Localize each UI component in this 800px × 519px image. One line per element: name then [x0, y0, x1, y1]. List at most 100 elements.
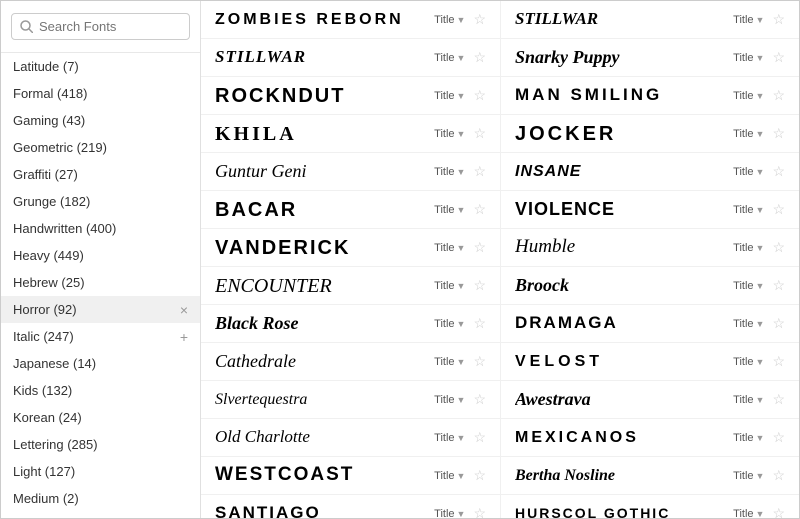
sidebar-item-label: Hebrew (25) [13, 275, 85, 290]
sidebar-item-6[interactable]: Handwritten (400) [1, 215, 200, 242]
font-row-left-11: Old CharlotteTitle▼☆ [201, 419, 500, 457]
tag-label: Title [434, 318, 454, 330]
tag-label: Title [733, 394, 753, 406]
favorite-star-icon[interactable]: ☆ [772, 49, 785, 66]
favorite-star-icon[interactable]: ☆ [772, 429, 785, 446]
sidebar-item-4[interactable]: Graffiti (27) [1, 161, 200, 188]
favorite-star-icon[interactable]: ☆ [473, 429, 486, 446]
chevron-down-icon: ▼ [756, 319, 765, 329]
favorite-star-icon[interactable]: ☆ [473, 315, 486, 332]
favorite-star-icon[interactable]: ☆ [473, 239, 486, 256]
favorite-star-icon[interactable]: ☆ [473, 49, 486, 66]
sidebar-item-1[interactable]: Formal (418) [1, 80, 200, 107]
favorite-star-icon[interactable]: ☆ [473, 391, 486, 408]
remove-icon[interactable]: × [180, 303, 188, 317]
font-tag[interactable]: Title▼ [434, 432, 465, 444]
favorite-star-icon[interactable]: ☆ [772, 277, 785, 294]
favorite-star-icon[interactable]: ☆ [473, 87, 486, 104]
font-row-right-10: AwestravaTitle▼☆ [500, 381, 799, 419]
sidebar-item-2[interactable]: Gaming (43) [1, 107, 200, 134]
sidebar-item-11[interactable]: Japanese (14) [1, 350, 200, 377]
font-tag[interactable]: Title▼ [733, 166, 764, 178]
font-tag[interactable]: Title▼ [434, 394, 465, 406]
chevron-down-icon: ▼ [756, 357, 765, 367]
sidebar-item-8[interactable]: Hebrew (25) [1, 269, 200, 296]
favorite-star-icon[interactable]: ☆ [772, 315, 785, 332]
favorite-star-icon[interactable]: ☆ [772, 201, 785, 218]
font-tag[interactable]: Title▼ [434, 204, 465, 216]
favorite-star-icon[interactable]: ☆ [473, 467, 486, 484]
font-tag[interactable]: Title▼ [733, 128, 764, 140]
sidebar-item-12[interactable]: Kids (132) [1, 377, 200, 404]
favorite-star-icon[interactable]: ☆ [473, 163, 486, 180]
font-tag[interactable]: Title▼ [434, 356, 465, 368]
font-tag[interactable]: Title▼ [434, 242, 465, 254]
font-tag[interactable]: Title▼ [733, 14, 764, 26]
search-input[interactable] [39, 19, 181, 34]
font-tag[interactable]: Title▼ [434, 14, 465, 26]
font-name: HURSCOL GOTHIC [515, 505, 725, 518]
font-tag[interactable]: Title▼ [733, 318, 764, 330]
sidebar-item-10[interactable]: Italic (247) + [1, 323, 200, 350]
font-tag[interactable]: Title▼ [733, 356, 764, 368]
favorite-star-icon[interactable]: ☆ [772, 163, 785, 180]
favorite-star-icon[interactable]: ☆ [772, 125, 785, 142]
sidebar-item-label: Lettering (285) [13, 437, 98, 452]
sidebar-item-0[interactable]: Latitude (7) [1, 53, 200, 80]
chevron-down-icon: ▼ [457, 433, 466, 443]
sidebar-item-16[interactable]: Medium (2) [1, 485, 200, 512]
font-row-right-6: HumbleTitle▼☆ [500, 229, 799, 267]
sidebar-item-5[interactable]: Grunge (182) [1, 188, 200, 215]
sidebar-item-label: Geometric (219) [13, 140, 107, 155]
sidebar-item-3[interactable]: Geometric (219) [1, 134, 200, 161]
font-tag[interactable]: Title▼ [733, 470, 764, 482]
font-tag[interactable]: Title▼ [733, 204, 764, 216]
font-tag[interactable]: Title▼ [733, 242, 764, 254]
font-tag[interactable]: Title▼ [434, 280, 465, 292]
font-tag[interactable]: Title▼ [733, 90, 764, 102]
tag-label: Title [434, 166, 454, 178]
favorite-star-icon[interactable]: ☆ [473, 11, 486, 28]
font-tag[interactable]: Title▼ [733, 432, 764, 444]
tag-label: Title [434, 432, 454, 444]
sidebar-item-7[interactable]: Heavy (449) [1, 242, 200, 269]
sidebar-item-label: Horror (92) [13, 302, 77, 317]
font-tag[interactable]: Title▼ [434, 52, 465, 64]
font-row-left-4: Guntur GeniTitle▼☆ [201, 153, 500, 191]
font-tag[interactable]: Title▼ [733, 394, 764, 406]
font-tag[interactable]: Title▼ [733, 52, 764, 64]
font-name: KHILA [215, 122, 426, 146]
sidebar-item-15[interactable]: Light (127) [1, 458, 200, 485]
main-content: ZOMBIES REBORNTitle▼☆STILLWARTitle▼☆STIL… [201, 1, 799, 518]
favorite-star-icon[interactable]: ☆ [473, 125, 486, 142]
favorite-star-icon[interactable]: ☆ [473, 505, 486, 518]
font-row-right-4: INSANETitle▼☆ [500, 153, 799, 191]
font-tag[interactable]: Title▼ [434, 508, 465, 519]
chevron-down-icon: ▼ [756, 205, 765, 215]
font-tag[interactable]: Title▼ [434, 318, 465, 330]
favorite-star-icon[interactable]: ☆ [772, 353, 785, 370]
font-tag[interactable]: Title▼ [434, 128, 465, 140]
favorite-star-icon[interactable]: ☆ [772, 505, 785, 518]
chevron-down-icon: ▼ [457, 167, 466, 177]
font-tag[interactable]: Title▼ [733, 280, 764, 292]
favorite-star-icon[interactable]: ☆ [772, 467, 785, 484]
favorite-star-icon[interactable]: ☆ [772, 239, 785, 256]
add-icon[interactable]: + [180, 330, 188, 344]
font-name: MEXICANOS [515, 428, 725, 447]
sidebar-item-label: Italic (247) [13, 329, 74, 344]
favorite-star-icon[interactable]: ☆ [473, 201, 486, 218]
favorite-star-icon[interactable]: ☆ [473, 277, 486, 294]
sidebar-item-14[interactable]: Lettering (285) [1, 431, 200, 458]
font-tag[interactable]: Title▼ [434, 90, 465, 102]
font-tag[interactable]: Title▼ [434, 166, 465, 178]
favorite-star-icon[interactable]: ☆ [772, 87, 785, 104]
favorite-star-icon[interactable]: ☆ [772, 391, 785, 408]
favorite-star-icon[interactable]: ☆ [772, 11, 785, 28]
font-tag[interactable]: Title▼ [434, 470, 465, 482]
sidebar-item-9[interactable]: Horror (92) × [1, 296, 200, 323]
favorite-star-icon[interactable]: ☆ [473, 353, 486, 370]
font-name: Cathedrale [215, 351, 426, 373]
sidebar-item-13[interactable]: Korean (24) [1, 404, 200, 431]
font-tag[interactable]: Title▼ [733, 508, 764, 519]
